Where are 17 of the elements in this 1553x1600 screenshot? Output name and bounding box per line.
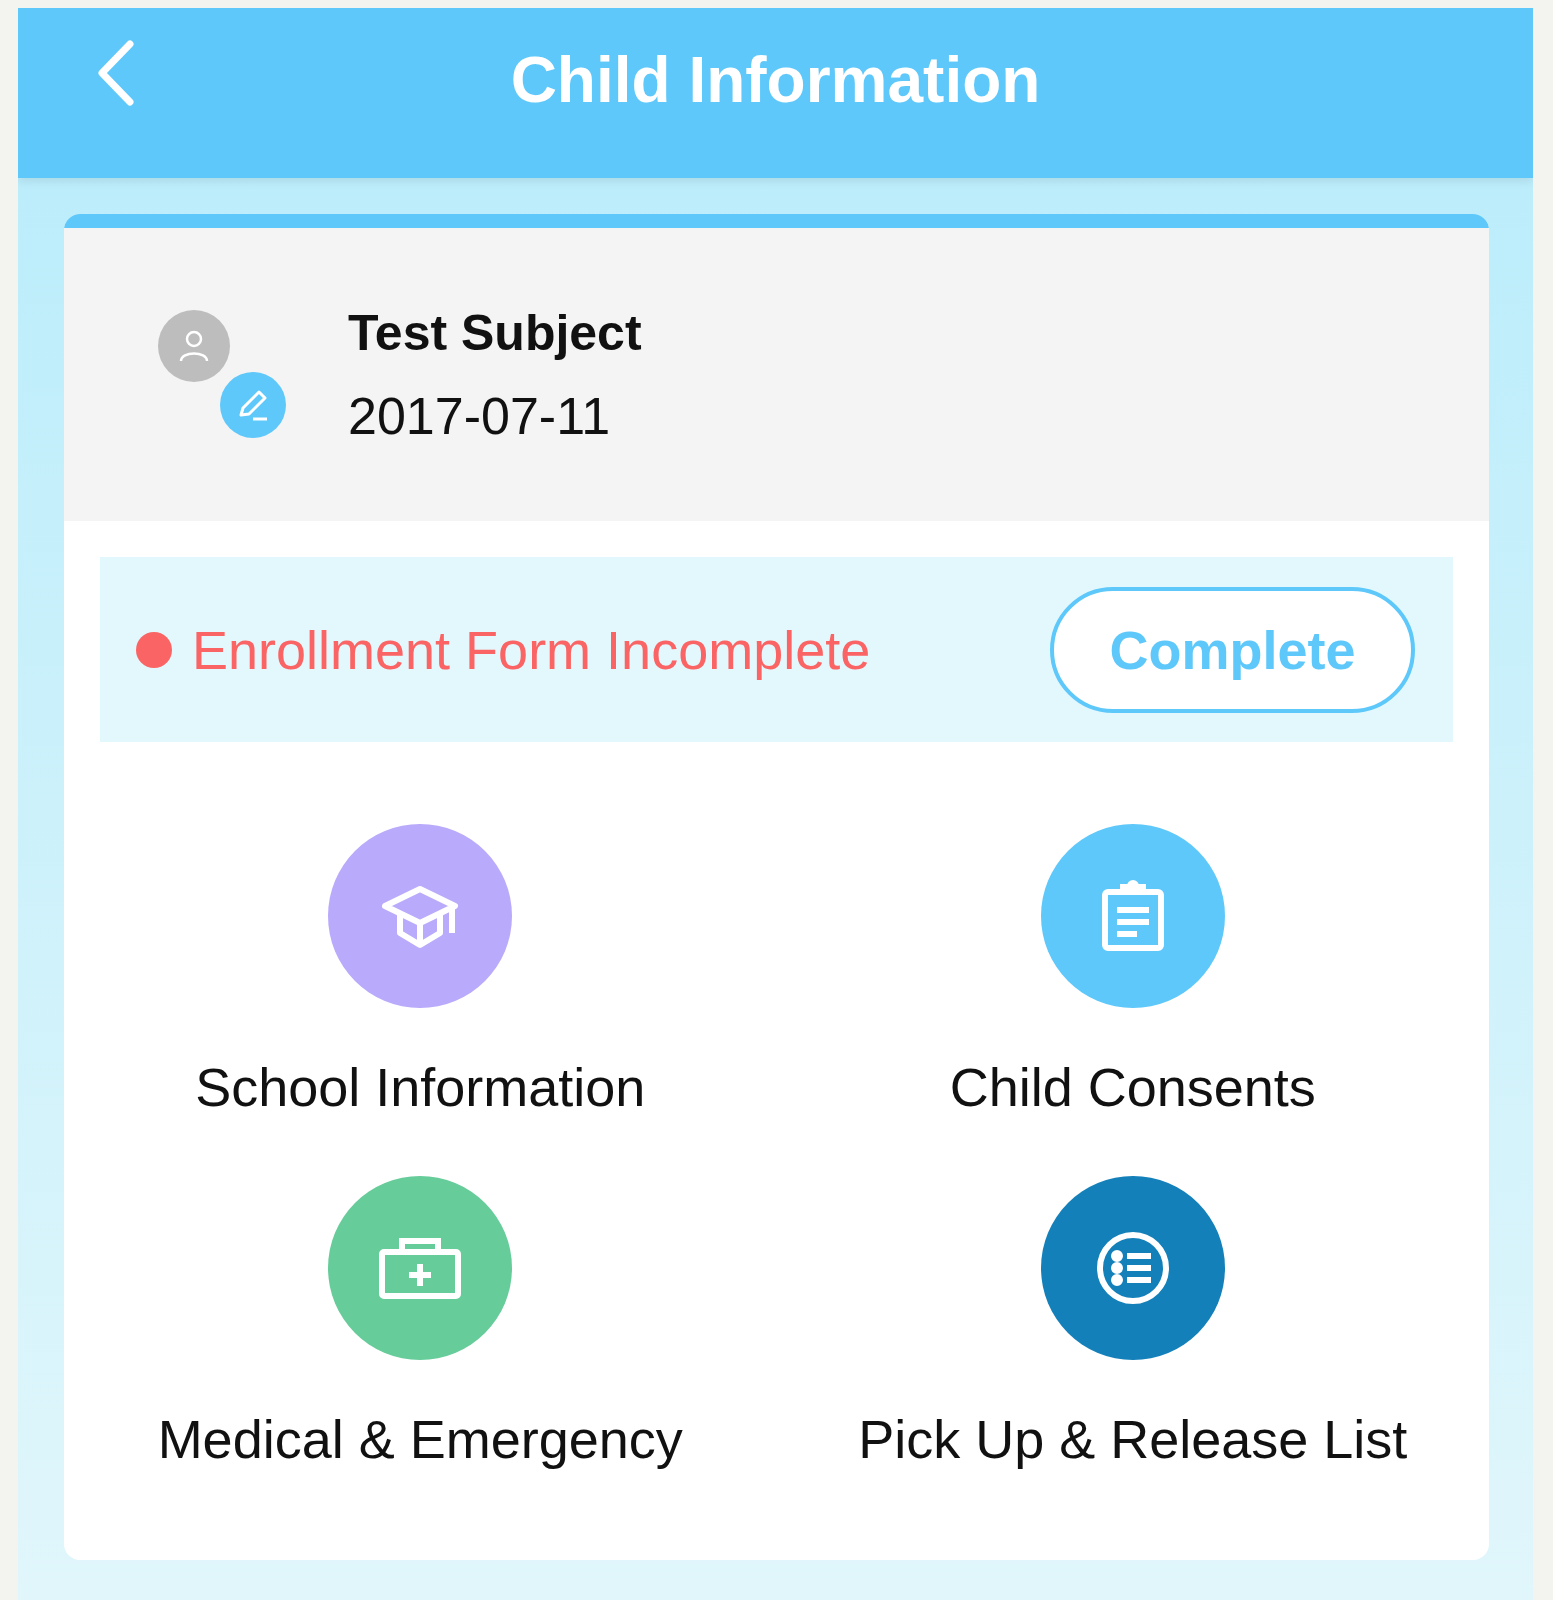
menu-label: Pick Up & Release List (858, 1408, 1408, 1470)
list-icon (1095, 1231, 1170, 1305)
menu-label: Medical & Emergency (157, 1408, 683, 1470)
child-name: Test Subject (348, 303, 642, 362)
first-aid-kit-icon (378, 1236, 463, 1300)
menu-tile[interactable]: Medical & Emergency (64, 1176, 777, 1470)
birth-date: 2017-07-11 (348, 385, 612, 446)
menu-label: School Information (195, 1056, 646, 1118)
status-text: Enrollment Form Incomplete (192, 618, 872, 681)
back-icon (96, 40, 136, 106)
screen-title: Child Information (510, 43, 1041, 117)
person-icon (179, 329, 209, 362)
clipboard-icon (1100, 880, 1165, 952)
menu-tile[interactable]: Pick Up & Release List (776, 1176, 1489, 1470)
menu-tile[interactable]: School Information (64, 824, 777, 1118)
menu-tile[interactable]: Child Consents (776, 824, 1489, 1118)
menu-label: Child Consents (949, 1056, 1316, 1118)
